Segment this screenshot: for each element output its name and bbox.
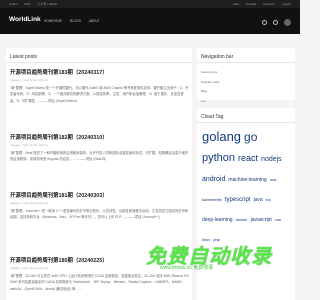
post-item: 开源项目趋势周刊第182期（20240310） Category : Open … bbox=[10, 133, 190, 163]
post-item: 开源项目趋势周刊第181期（20240303） Category : Open … bbox=[10, 191, 190, 221]
divider bbox=[197, 122, 295, 123]
tag-vue[interactable]: vue bbox=[275, 217, 281, 222]
post-title[interactable]: 开源项目趋势周刊第181期（20240303） bbox=[10, 191, 190, 199]
menu-item-homepage[interactable]: HOMEPAGE bbox=[44, 19, 62, 23]
divider bbox=[197, 62, 295, 63]
tag-ios[interactable]: ios bbox=[266, 197, 271, 202]
side-nav-list: Latest posts Popular posts Blog List bbox=[201, 68, 219, 106]
tag-deep-learning[interactable]: deep-learning bbox=[202, 217, 233, 223]
post-title[interactable]: 开源项目趋势周刊第183期（20240317） bbox=[10, 68, 190, 76]
panel-title: Navigation bar bbox=[201, 54, 234, 60]
tag-go[interactable]: go bbox=[244, 130, 257, 145]
site-logo[interactable]: WorldLink bbox=[9, 16, 41, 23]
tag-cloud-panel: Cloud Tag golang go python react nodejs andro… bbox=[197, 108, 295, 300]
top-link[interactable]: New bbox=[233, 2, 239, 6]
main-navbar: WorldLink HOMEPAGE BLOGS ABOUT bbox=[0, 8, 300, 34]
tag-rust[interactable]: rust bbox=[270, 177, 277, 182]
tag-python[interactable]: python bbox=[202, 152, 235, 166]
top-link[interactable]: RSS bbox=[24, 2, 30, 6]
side-nav-item[interactable]: Latest posts bbox=[201, 68, 219, 78]
post-title[interactable]: 开源项目趋势周刊第182期（20240310） bbox=[10, 133, 190, 141]
top-bar: Studio RSS 公众号 / Weibo New Popular Disco… bbox=[0, 0, 300, 8]
tag-docker[interactable]: docker bbox=[236, 217, 248, 222]
notification-icon[interactable] bbox=[273, 20, 278, 25]
tag-kubernetes[interactable]: kubernetes bbox=[202, 197, 222, 202]
tag-javascript[interactable]: javascript bbox=[251, 217, 272, 223]
post-item: 开源项目趋势周刊第183期（20240317） Category : Open … bbox=[10, 68, 190, 109]
main-menu: HOMEPAGE BLOGS ABOUT bbox=[44, 19, 107, 23]
side-nav-item[interactable]: List bbox=[201, 97, 219, 107]
divider bbox=[6, 62, 192, 63]
post-excerpt: "案"整理：Xournal++ 是一款用 C++ 语言编写的手写笔记软件，以支持… bbox=[10, 209, 189, 220]
post-excerpt: "案"整理：ZLUDA 可让您在 AMD GPU 上运行未经修改的 CUDA 应… bbox=[10, 274, 189, 291]
tag-typescript[interactable]: typescript bbox=[225, 197, 251, 205]
post-excerpt: "案"整理：Nest 提供了一种开箱即用的应用程序架构，允许开发人员和团队创建高… bbox=[10, 151, 189, 162]
post-more[interactable]: …… bbox=[10, 105, 190, 109]
side-nav-item[interactable]: Popular posts bbox=[201, 78, 219, 88]
tag-machine-learning[interactable]: machine-learning bbox=[228, 177, 266, 183]
search-icon[interactable] bbox=[262, 20, 267, 25]
post-meta: Category : Open Source Hot List bbox=[10, 79, 48, 82]
tag-nodejs[interactable]: nodejs bbox=[261, 156, 282, 165]
panel-title: Cloud Tag bbox=[201, 114, 224, 120]
watermark-subtext: www.tmnav.cn 免费收录 bbox=[160, 265, 214, 271]
side-nav-item[interactable]: Blog bbox=[201, 87, 219, 97]
tag-android[interactable]: android bbox=[202, 176, 225, 185]
menu-item-blogs[interactable]: BLOGS bbox=[70, 19, 81, 23]
post-meta: Category : Open Source Hot List bbox=[10, 144, 48, 147]
top-link[interactable]: Popular bbox=[246, 2, 256, 6]
navigation-panel: Navigation bar Latest posts Popular post… bbox=[197, 48, 295, 103]
top-link[interactable]: Studio bbox=[9, 2, 18, 6]
top-link[interactable]: Logout bbox=[282, 2, 291, 6]
top-link[interactable]: 公众号 / Weibo bbox=[37, 2, 57, 6]
post-meta: Category : Open Source Hot List bbox=[10, 202, 48, 205]
top-link[interactable]: Discover bbox=[263, 2, 275, 6]
post-excerpt: "案"整理：SuperTokens 是一个开源的替代，可以替代 Auth0 或 … bbox=[10, 86, 189, 103]
tag-java[interactable]: java bbox=[253, 197, 262, 203]
avatar[interactable] bbox=[284, 19, 291, 26]
tag-cloud: golang go python react nodejs android machine-… bbox=[202, 127, 292, 247]
tag-golang[interactable]: golang bbox=[202, 129, 241, 145]
menu-item-about[interactable]: ABOUT bbox=[89, 19, 100, 23]
top-bar-left: Studio RSS 公众号 / Weibo bbox=[9, 0, 63, 8]
tag-react[interactable]: react bbox=[238, 153, 258, 164]
navbar-actions bbox=[256, 19, 291, 26]
top-bar-right: New Popular Discover Logout bbox=[227, 0, 291, 8]
panel-title: Latest posts bbox=[10, 54, 37, 60]
